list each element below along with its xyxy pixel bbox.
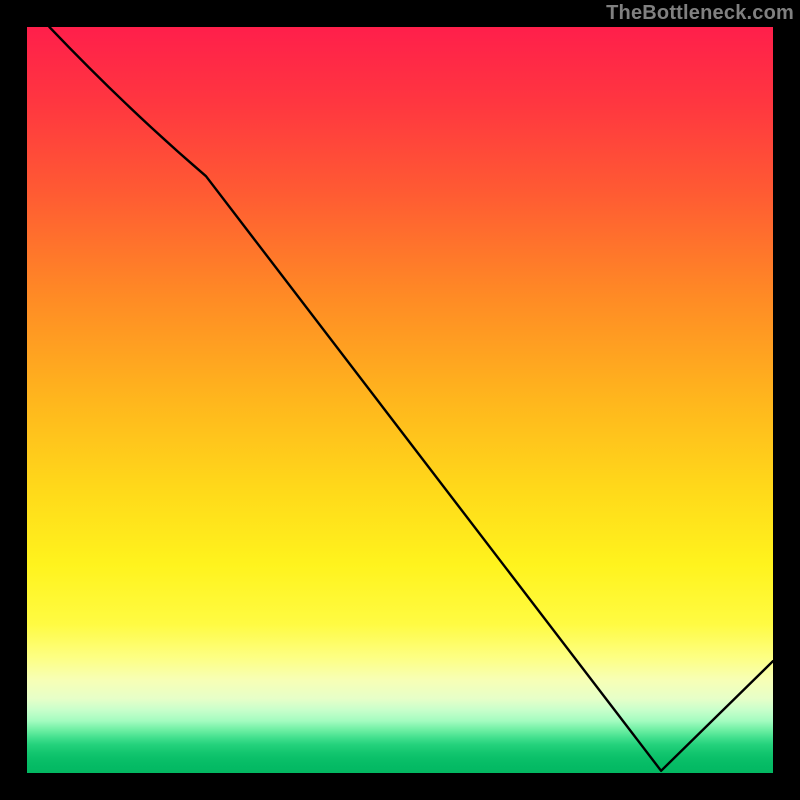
curve-line <box>49 27 773 771</box>
plot-area <box>27 27 773 773</box>
bottleneck-curve <box>27 27 773 773</box>
watermark-text: TheBottleneck.com <box>606 2 794 25</box>
chart-frame: TheBottleneck.com <box>0 0 800 800</box>
